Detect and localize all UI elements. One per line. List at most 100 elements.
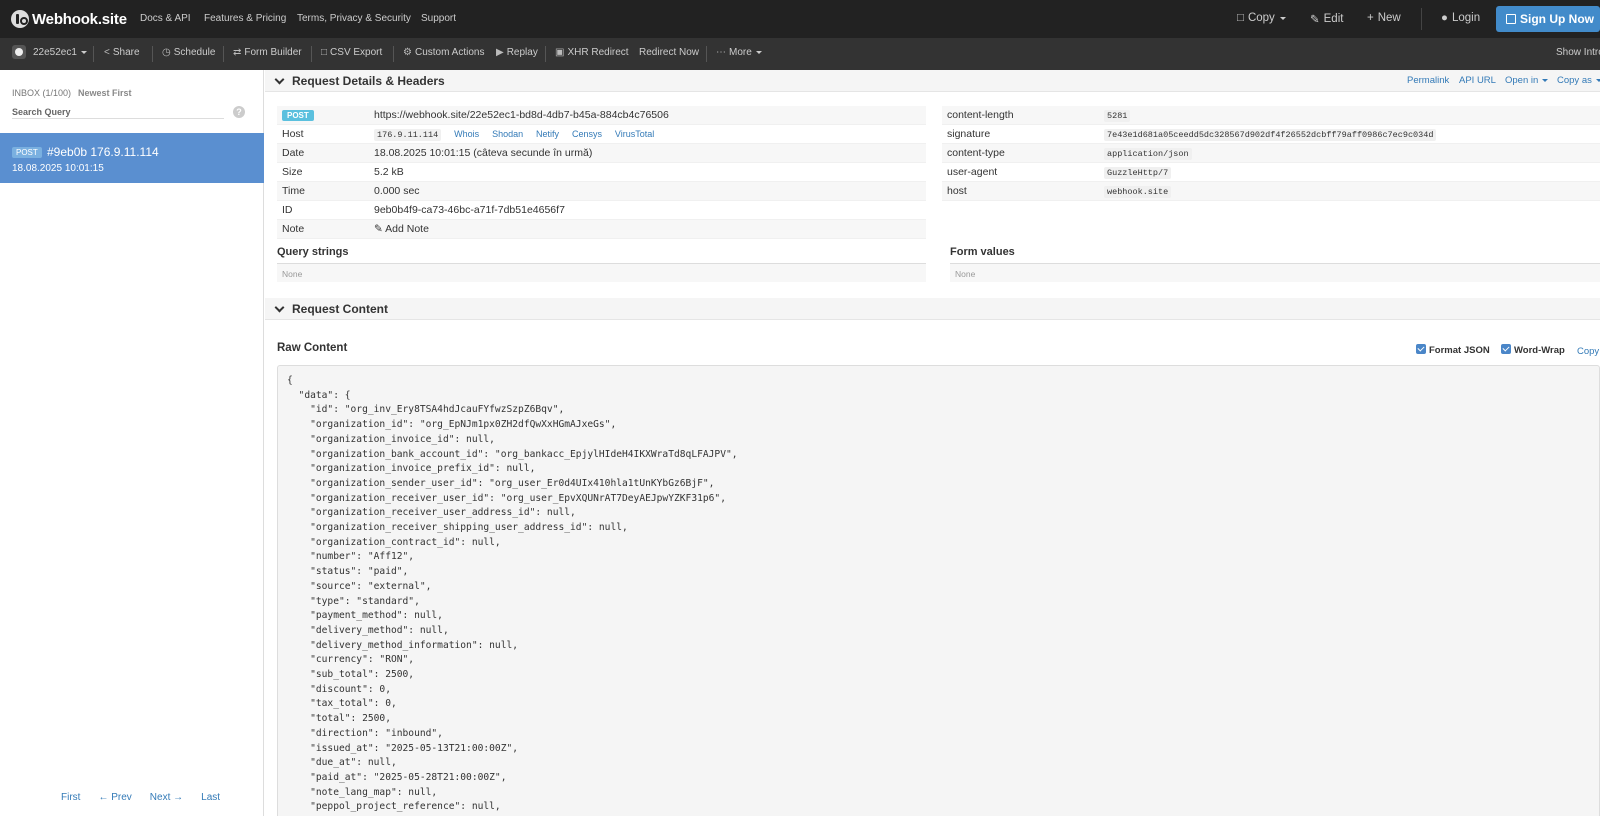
caret-down-icon xyxy=(755,51,762,54)
permalink-link[interactable]: Permalink xyxy=(1407,75,1449,86)
pager-next[interactable]: Next → xyxy=(150,792,183,803)
new-button[interactable]: + New xyxy=(1367,12,1401,24)
netify-link[interactable]: Netify xyxy=(536,129,559,139)
date-row: Date 18.08.2025 10:01:15 (câteva secunde… xyxy=(277,144,926,163)
time-row: Time 0.000 sec xyxy=(277,182,926,201)
clock-icon: ◷ xyxy=(162,47,171,58)
token-select[interactable]: 22e52ec1 xyxy=(33,47,87,58)
method-badge: POST xyxy=(282,110,314,121)
webhook-logo-icon xyxy=(11,10,29,28)
pagination: First ← Prev Next → Last xyxy=(61,792,220,803)
request-item-time: 18.08.2025 10:01:15 xyxy=(12,163,104,174)
header-value: GuzzleHttp/7 xyxy=(1104,167,1172,179)
virustotal-link[interactable]: VirusTotal xyxy=(615,129,654,139)
size-row: Size 5.2 kB xyxy=(277,163,926,182)
form-builder-button[interactable]: ⇄ Form Builder xyxy=(233,47,302,58)
checkbox-icon: ▣ xyxy=(555,47,565,58)
checkbox-checked-icon xyxy=(1501,344,1511,354)
header-key: host xyxy=(947,185,967,197)
form-values-body: None xyxy=(950,264,1600,282)
sort-order-toggle[interactable]: Newest First xyxy=(78,88,132,98)
share-icon: < xyxy=(104,47,110,58)
toolbar-divider xyxy=(545,46,546,62)
time-value: 0.000 sec xyxy=(374,185,420,197)
raw-content-box[interactable]: { "data": { "id": "org_inv_Ery8TSA4hdJca… xyxy=(277,365,1600,816)
time-label: Time xyxy=(282,185,305,197)
whois-link[interactable]: Whois xyxy=(454,129,479,139)
login-button[interactable]: ● Login xyxy=(1441,12,1480,24)
chevron-down-icon xyxy=(274,74,285,85)
more-menu-button[interactable]: ⋯ More xyxy=(716,47,762,58)
host-row: Host 176.9.11.114 Whois Shodan Netify Ce… xyxy=(277,125,926,144)
size-value: 5.2 kB xyxy=(374,166,404,178)
request-url-link[interactable]: https://webhook.site/22e52ec1-bd8d-4db7-… xyxy=(374,109,669,121)
replay-button[interactable]: ▶ Replay xyxy=(496,47,538,58)
brand-logo[interactable]: Webhook.site xyxy=(11,8,127,30)
token-toggle-icon[interactable] xyxy=(12,45,26,59)
search-query-input[interactable] xyxy=(12,105,224,119)
checkbox-checked-icon xyxy=(1416,344,1426,354)
schedule-button[interactable]: ◷ Schedule xyxy=(162,47,215,58)
toolbar-divider xyxy=(706,46,707,62)
details-title: Request Details & Headers xyxy=(292,74,445,88)
id-value: 9eb0b4f9-ca73-46bc-a71f-7db51e4656f7 xyxy=(374,204,565,216)
plus-icon: + xyxy=(1367,12,1374,24)
show-intro-button[interactable]: Show Intro xyxy=(1556,47,1600,58)
toolbar-divider xyxy=(93,46,94,62)
url-row: POST https://webhook.site/22e52ec1-bd8d-… xyxy=(277,106,926,125)
header-value: 5281 xyxy=(1104,110,1131,122)
custom-actions-button[interactable]: ⚙ Custom Actions xyxy=(403,47,484,58)
header-key: user-agent xyxy=(947,166,998,178)
redirect-now-button[interactable]: Redirect Now xyxy=(639,47,699,58)
copy-as-menu[interactable]: Copy as xyxy=(1557,75,1600,86)
help-icon[interactable]: ? xyxy=(233,106,245,118)
content-panel-header[interactable]: Request Content xyxy=(265,298,1600,320)
request-item-title: #9eb0b 176.9.11.114 xyxy=(47,145,159,159)
word-wrap-toggle[interactable]: Word-Wrap xyxy=(1501,344,1565,356)
shodan-link[interactable]: Shodan xyxy=(492,129,523,139)
nav-features-pricing[interactable]: Features & Pricing xyxy=(204,13,286,24)
header-value: application/json xyxy=(1104,148,1192,160)
request-sidebar: INBOX (1/100) Newest First ? POST #9eb0b… xyxy=(0,70,264,816)
xhr-redirect-toggle[interactable]: ▣ XHR Redirect xyxy=(555,47,629,58)
request-main: Request Details & Headers Permalink API … xyxy=(265,70,1600,816)
gear-icon: ⚙ xyxy=(403,47,412,58)
pager-first[interactable]: First xyxy=(61,792,80,803)
caret-down-icon xyxy=(1279,16,1286,20)
header-key: signature xyxy=(947,128,991,140)
pager-last[interactable]: Last xyxy=(201,792,220,803)
toolbar-divider xyxy=(311,46,312,62)
open-in-menu[interactable]: Open in xyxy=(1505,75,1548,86)
form-icon: ⇄ xyxy=(233,47,242,58)
raw-json-content: { "data": { "id": "org_inv_Ery8TSA4hdJca… xyxy=(287,375,738,813)
censys-link[interactable]: Censys xyxy=(572,129,602,139)
details-panel-header[interactable]: Request Details & Headers Permalink API … xyxy=(265,70,1600,92)
toolbar-divider xyxy=(152,46,153,62)
clipboard-icon: □ xyxy=(1237,12,1244,24)
csv-export-button[interactable]: □ CSV Export xyxy=(321,47,382,58)
sign-up-button[interactable]: Sign Up Now xyxy=(1496,6,1600,32)
share-button[interactable]: < Share xyxy=(104,47,140,58)
nav-docs-api[interactable]: Docs & API xyxy=(140,13,191,24)
date-label: Date xyxy=(282,147,305,159)
toolbar-divider xyxy=(223,46,224,62)
copy-content-button[interactable]: Copy xyxy=(1577,346,1599,357)
query-strings-body: None xyxy=(277,264,926,282)
edit-button[interactable]: ✎ Edit xyxy=(1310,12,1343,26)
add-note-link[interactable]: ✎ Add Note xyxy=(374,223,429,235)
header-value: 7e43e1d681a05ceedd5dc328567d902df4f26552… xyxy=(1104,129,1437,141)
content-title: Request Content xyxy=(292,302,388,316)
header-key: content-type xyxy=(947,147,1005,159)
api-url-link[interactable]: API URL xyxy=(1459,75,1496,86)
date-value: 18.08.2025 10:01:15 (câteva secunde în u… xyxy=(374,147,593,159)
pager-prev[interactable]: ← Prev xyxy=(98,792,131,803)
format-json-toggle[interactable]: Format JSON xyxy=(1416,344,1490,356)
note-label: Note xyxy=(282,223,305,235)
host-label: Host xyxy=(282,128,304,140)
header-row: host webhook.site xyxy=(942,182,1600,201)
nav-support[interactable]: Support xyxy=(421,13,456,24)
request-list-item[interactable]: POST #9eb0b 176.9.11.114 18.08.2025 10:0… xyxy=(0,133,264,183)
nav-terms[interactable]: Terms, Privacy & Security xyxy=(297,13,411,24)
header-row: user-agent GuzzleHttp/7 xyxy=(942,163,1600,182)
copy-menu-button[interactable]: □ Copy xyxy=(1237,12,1286,24)
